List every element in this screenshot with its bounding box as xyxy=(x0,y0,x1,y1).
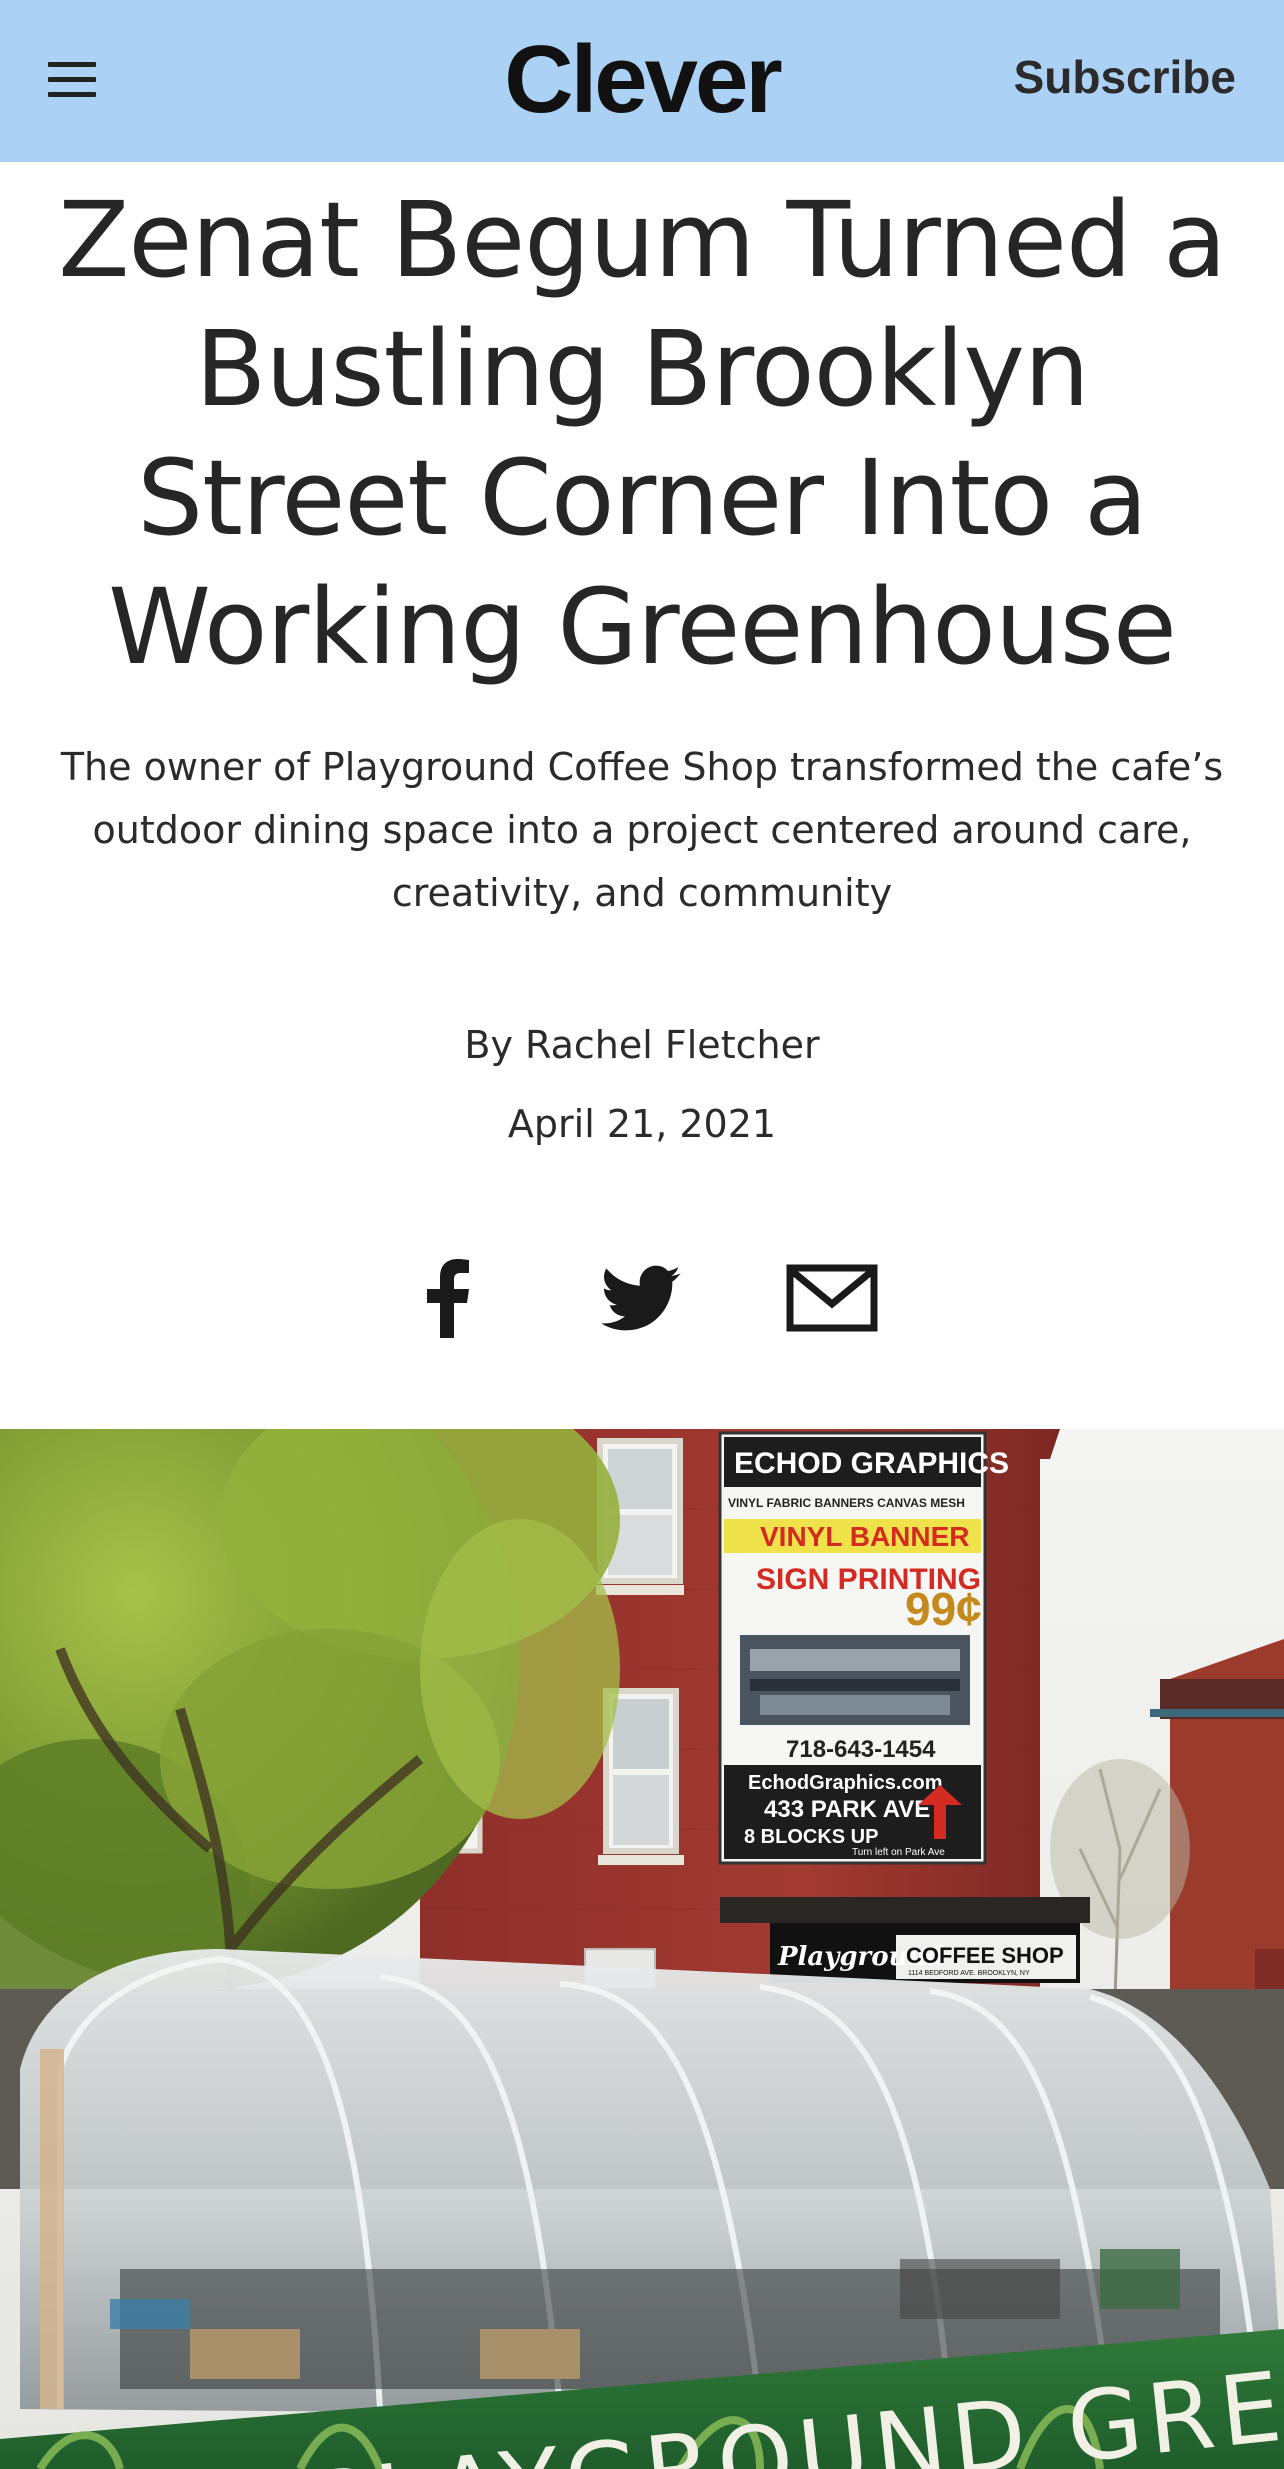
article-dek: The owner of Playground Coffee Shop tran… xyxy=(60,745,1224,915)
site-logo-link[interactable]: Clever xyxy=(504,26,783,133)
email-icon[interactable] xyxy=(786,1258,878,1338)
hamburger-menu-icon[interactable] xyxy=(48,62,96,98)
billboard: ECHOD GRAPHICS VINYL FABRIC BANNERS CANV… xyxy=(718,1431,1009,1865)
svg-text:VINYL BANNER: VINYL BANNER xyxy=(760,1521,970,1552)
shop-sign: Playground COFFEE SHOP 1114 BEDFORD AVE.… xyxy=(720,1897,1090,1983)
svg-text:8 BLOCKS UP: 8 BLOCKS UP xyxy=(744,1826,878,1848)
subscribe-link[interactable]: Subscribe xyxy=(1014,50,1236,104)
top-nav-bar: Clever Subscribe xyxy=(0,0,1284,162)
article-headline: Zenat Begum Turned a Bustling Brooklyn S… xyxy=(58,179,1227,688)
svg-text:ECHOD GRAPHICS: ECHOD GRAPHICS xyxy=(734,1447,1009,1480)
twitter-icon[interactable] xyxy=(602,1258,682,1338)
greenhouse-photo: ECHOD GRAPHICS VINYL FABRIC BANNERS CANV… xyxy=(0,1429,1284,2469)
facebook-icon[interactable] xyxy=(420,1258,480,1338)
svg-text:COFFEE SHOP: COFFEE SHOP xyxy=(906,1943,1064,1968)
byline-prefix: By xyxy=(464,1023,526,1067)
byline: By Rachel Fletcher xyxy=(0,1020,1284,1070)
hero-image: ECHOD GRAPHICS VINYL FABRIC BANNERS CANV… xyxy=(0,1429,1284,2469)
svg-text:718-643-1454: 718-643-1454 xyxy=(786,1736,936,1763)
svg-text:99¢: 99¢ xyxy=(905,1583,982,1635)
svg-text:EchodGraphics.com: EchodGraphics.com xyxy=(748,1772,943,1794)
publish-date: April 21, 2021 xyxy=(507,1102,777,1146)
svg-text:433 PARK AVE: 433 PARK AVE xyxy=(764,1796,930,1823)
svg-text:1114 BEDFORD AVE. BROOKLYN, NY: 1114 BEDFORD AVE. BROOKLYN, NY xyxy=(908,1970,1030,1977)
author-link[interactable]: Rachel Fletcher xyxy=(525,1023,820,1067)
svg-text:VINYL FABRIC BANNERS CANVAS ME: VINYL FABRIC BANNERS CANVAS MESH xyxy=(728,1496,965,1510)
svg-text:Turn left on Park Ave: Turn left on Park Ave xyxy=(852,1847,945,1858)
